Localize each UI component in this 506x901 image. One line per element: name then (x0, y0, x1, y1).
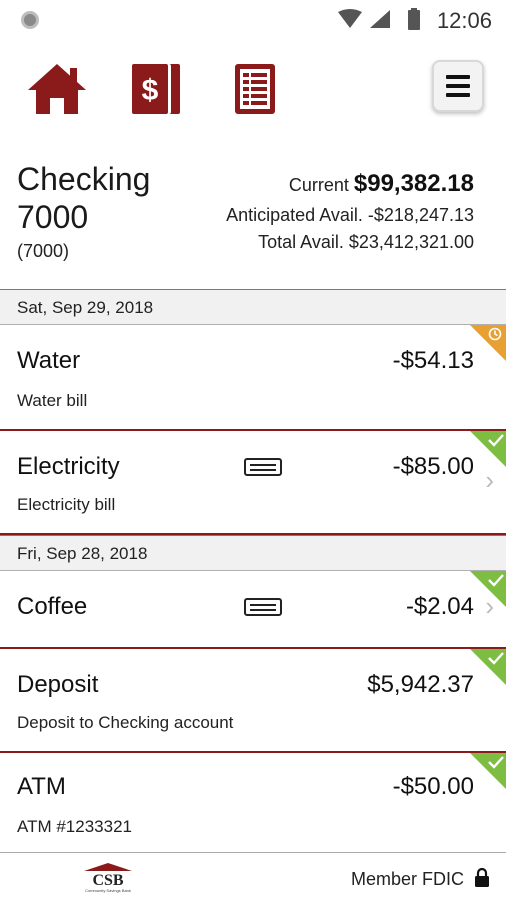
menu-icon (446, 75, 470, 97)
pending-status-badge (470, 325, 506, 361)
card-icon (244, 458, 282, 476)
transaction-amount: -$85.00 (392, 453, 474, 480)
status-bar: 12:06 (0, 0, 506, 40)
checkmark-icon (488, 574, 504, 587)
date-header: Fri, Sep 28, 2018 (0, 535, 506, 571)
transaction-row[interactable]: Electricity -$85.00 › Electricity bill (0, 431, 506, 535)
lock-icon (475, 867, 489, 887)
account-number: (7000) (17, 241, 70, 261)
status-time: 12:06 (436, 8, 492, 33)
total-label: Total Avail. (258, 232, 344, 252)
transaction-amount: -$50.00 (392, 773, 474, 800)
transaction-description: Deposit to Checking account (17, 713, 234, 732)
svg-text:$: $ (142, 74, 159, 107)
transaction-amount: -$54.13 (392, 347, 474, 374)
card-icon (244, 598, 282, 616)
date-header: Sat, Sep 29, 2018 (0, 289, 506, 325)
cleared-status-badge (470, 431, 506, 467)
current-label: Current (288, 175, 349, 195)
current-balance: Current $99,382.18 (289, 170, 474, 198)
transaction-row[interactable]: Coffee -$2.04 › (0, 571, 506, 649)
chevron-right-icon[interactable]: › (485, 591, 494, 622)
transaction-amount: -$2.04 (405, 593, 474, 620)
cleared-status-badge (470, 753, 506, 789)
transaction-row[interactable]: Water -$54.13 Water bill (0, 325, 506, 431)
date-label: Fri, Sep 28, 2018 (17, 544, 148, 563)
menu-button[interactable] (432, 60, 484, 112)
checkmark-icon (488, 652, 504, 665)
notification-dot-icon (21, 11, 39, 29)
transaction-description: ATM #1233321 (17, 817, 132, 836)
member-fdic-label: Member FDIC (350, 869, 464, 889)
current-value: $99,382.18 (353, 170, 474, 197)
anticipated-value: -$218,247.13 (367, 205, 474, 225)
anticipated-label: Anticipated Avail. (226, 205, 363, 225)
bank-logo: CSB Community Savings Bank (84, 863, 132, 893)
cleared-status-badge (470, 649, 506, 685)
statement-icon[interactable] (234, 62, 276, 116)
transaction-title: Electricity (17, 453, 120, 480)
transaction-title: ATM (17, 773, 66, 800)
total-balance: Total Avail. $23,412,321.00 (258, 232, 474, 253)
transaction-title: Water (17, 347, 81, 374)
date-label: Sat, Sep 29, 2018 (17, 298, 154, 317)
checkmark-icon (488, 434, 504, 447)
transaction-title: Deposit (17, 671, 99, 698)
transaction-row[interactable]: Deposit $5,942.37 Deposit to Checking ac… (0, 649, 506, 753)
top-toolbar: $ (0, 52, 506, 128)
account-name: Checking 7000 (17, 161, 151, 235)
checkmark-icon (488, 756, 504, 769)
chevron-right-icon[interactable]: › (485, 465, 494, 496)
home-icon[interactable] (26, 62, 88, 116)
transaction-title: Coffee (17, 593, 88, 620)
transaction-amount: $5,942.37 (367, 671, 474, 698)
signal-icons (338, 8, 420, 30)
footer: CSB Community Savings Bank Member FDIC (0, 852, 506, 901)
anticipated-balance: Anticipated Avail. -$218,247.13 (226, 205, 474, 226)
clock-icon (488, 327, 502, 341)
dollar-card-icon[interactable]: $ (132, 62, 182, 116)
logo-text: CSB (92, 872, 123, 889)
transaction-description: Electricity bill (17, 495, 116, 514)
transaction-row[interactable]: ATM -$50.00 ATM #1233321 (0, 753, 506, 853)
logo-subtext: Community Savings Bank (85, 888, 131, 893)
total-value: $23,412,321.00 (348, 232, 474, 252)
transaction-description: Water bill (17, 391, 88, 410)
